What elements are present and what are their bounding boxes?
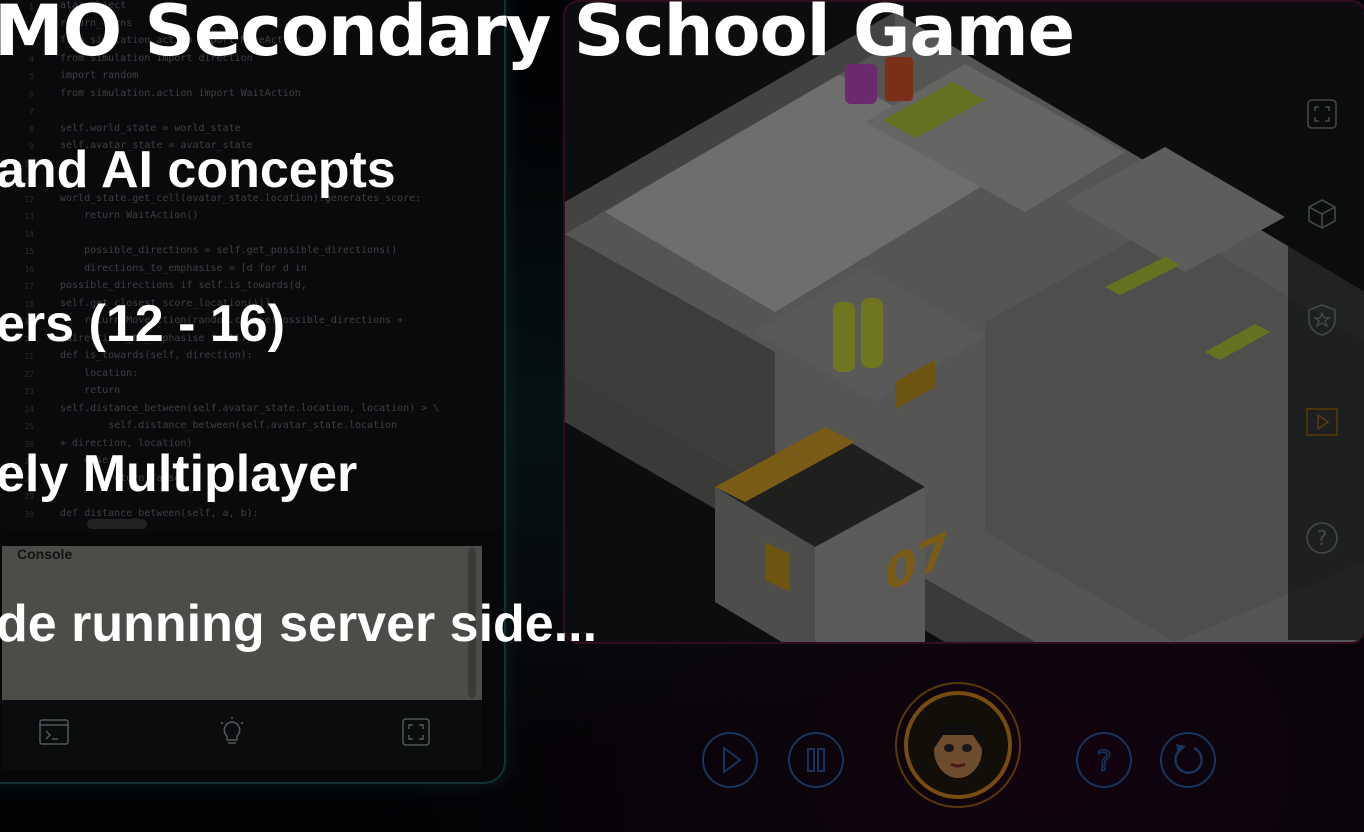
slide-bullet-2: ers (12 - 16) <box>0 295 286 353</box>
slide-bullet-3: ely Multiplayer <box>0 445 358 503</box>
slide-bullet-4: de running server side... <box>0 595 598 653</box>
slide-bullet-1: and AI concepts <box>0 141 396 199</box>
slide-title: MO Secondary School Game <box>0 0 1075 72</box>
slide-overlay <box>0 0 1364 832</box>
